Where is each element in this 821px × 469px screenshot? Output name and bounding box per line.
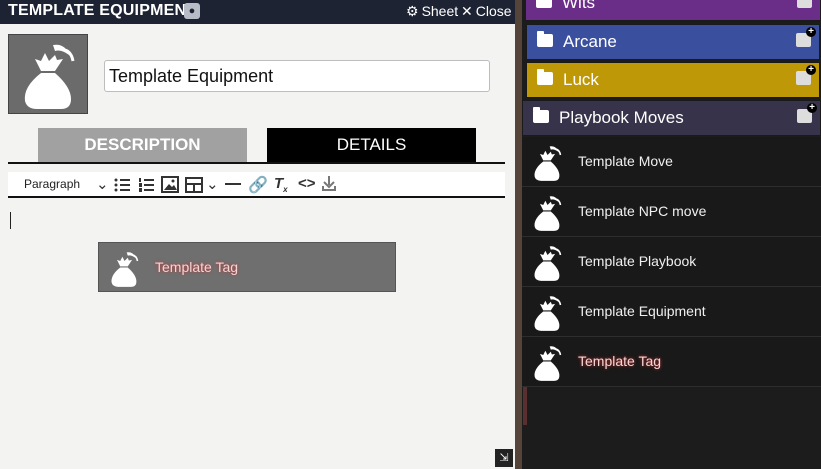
clear-format-icon[interactable]: Tx [274, 175, 288, 194]
paragraph-select-value: Paragraph [24, 177, 81, 191]
folder-label: Arcane [563, 32, 617, 51]
folder-label: Luck [563, 70, 599, 89]
sack-icon [534, 246, 562, 281]
folder-label: Wits [562, 0, 596, 12]
folder-luck[interactable]: Luck [526, 62, 820, 98]
directory-item[interactable]: Template Tag [522, 337, 821, 387]
folder-icon [536, 0, 552, 8]
table-icon[interactable] [185, 177, 203, 193]
tab-details[interactable]: DETAILS [267, 128, 476, 162]
sack-icon [24, 44, 75, 109]
link-icon[interactable]: 🔗 [248, 175, 268, 195]
sheet-titlebar[interactable]: TEMPLATE EQUIPMENT ● ⚙ Sheet ✕ Close [0, 0, 515, 24]
directory-item[interactable]: Template NPC move [522, 187, 821, 237]
folder-icon [537, 31, 553, 47]
sack-icon [111, 252, 139, 287]
paragraph-select[interactable]: Paragraph [24, 177, 80, 191]
add-to-folder-icon[interactable] [796, 27, 816, 47]
tabs-divider [8, 162, 505, 164]
tab-description[interactable]: DESCRIPTION [38, 128, 247, 162]
directory-item[interactable]: Template Playbook [522, 237, 821, 287]
directory-item[interactable]: Template Equipment [522, 287, 821, 337]
sack-icon [534, 146, 562, 181]
close-button[interactable]: ✕ Close [461, 3, 512, 20]
resize-handle-icon[interactable]: ⇲ [495, 449, 513, 467]
item-portrait[interactable] [8, 34, 88, 114]
directory-item-label: Template Tag [578, 353, 662, 369]
directory-item-label: Template Playbook [578, 253, 697, 269]
text-caret [10, 212, 11, 229]
sheet-config-button[interactable]: ⚙ Sheet [406, 3, 458, 20]
image-icon[interactable] [161, 176, 179, 193]
item-sheet-window: TEMPLATE EQUIPMENT ● ⚙Sheet ✕Close DESCR… [0, 0, 516, 469]
folder-wits[interactable]: Wits [526, 0, 820, 22]
globe-icon[interactable]: ● [184, 3, 200, 19]
code-icon[interactable]: <> [298, 175, 316, 192]
gear-icon: ⚙ [406, 3, 419, 19]
tag-item-label: Template Tag [155, 259, 239, 275]
folder-playbook-moves[interactable]: Playbook Moves [522, 100, 821, 136]
bullet-list-icon[interactable] [114, 177, 130, 193]
sack-icon [534, 196, 562, 231]
chevron-down-icon[interactable]: ⌄ [206, 175, 219, 193]
close-icon: ✕ [461, 3, 473, 19]
horizontal-rule-icon[interactable] [225, 183, 241, 185]
numbered-list-icon[interactable] [138, 177, 154, 193]
sheet-title: TEMPLATE EQUIPMENT [8, 2, 197, 19]
directory-item-label: Template Move [578, 153, 673, 169]
sack-icon [534, 346, 562, 381]
add-to-folder-icon[interactable] [797, 0, 812, 8]
editor-toolbar: Paragraph ⌄ ⌄ 🔗 Tx <> [8, 172, 505, 198]
close-button-label: Close [475, 3, 512, 19]
folder-icon [533, 107, 549, 123]
sheet-button-label: Sheet [421, 3, 459, 19]
download-icon[interactable] [321, 176, 337, 194]
folder-icon [537, 69, 553, 85]
directory-item[interactable]: Template Move [522, 137, 821, 187]
chevron-down-icon[interactable]: ⌄ [96, 175, 109, 193]
add-to-folder-icon[interactable] [797, 103, 817, 123]
directory-item-label: Template NPC move [578, 203, 707, 219]
folder-arcane[interactable]: Arcane [526, 24, 820, 60]
directory-item-label: Template Equipment [578, 303, 706, 319]
sack-icon [534, 296, 562, 331]
tag-item-card[interactable]: Template Tag [98, 242, 396, 292]
item-name-input[interactable] [104, 60, 490, 92]
add-to-folder-icon[interactable] [796, 65, 816, 85]
folder-label: Playbook Moves [559, 108, 684, 127]
